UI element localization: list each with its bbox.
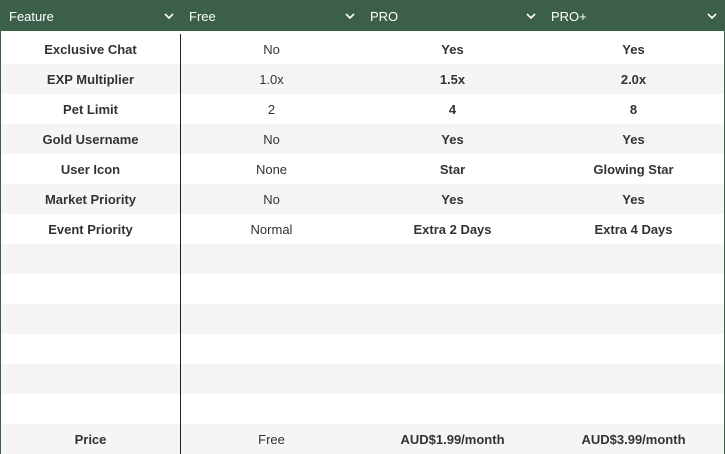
pro-cell: [362, 304, 543, 334]
free-cell: [181, 304, 362, 334]
feature-cell: [1, 334, 181, 364]
table-row: EXP Multiplier 1.0x 1.5x 2.0x: [1, 64, 724, 94]
column-header-label: Free: [189, 8, 216, 24]
table-row: Market Priority No Yes Yes: [1, 184, 724, 214]
column-header-label: PRO+: [551, 8, 587, 24]
column-header-label: PRO: [370, 8, 399, 24]
column-header-pro-plus[interactable]: PRO+: [543, 1, 724, 31]
column-header-label: Feature: [9, 8, 54, 24]
feature-cell: Gold Username: [1, 124, 181, 154]
pro-cell: 1.5x: [439, 71, 466, 87]
feature-cell: [1, 394, 181, 424]
table-row: [1, 274, 724, 304]
free-cell: [181, 394, 362, 424]
pro-plus-cell: [543, 364, 724, 394]
feature-cell: Price: [1, 424, 181, 454]
chevron-down-icon: [164, 13, 174, 20]
pro-cell: Yes: [441, 191, 464, 207]
pro-price-cell: AUD$1.99/month: [400, 431, 505, 447]
free-cell: No: [263, 191, 280, 207]
column-header-feature[interactable]: Feature: [1, 1, 181, 31]
pro-plus-cell: [543, 394, 724, 424]
free-cell: Normal: [250, 221, 293, 237]
pro-plus-cell: [543, 304, 724, 334]
table-row: Event Priority Normal Extra 2 Days Extra…: [1, 214, 724, 244]
pro-plus-cell: Yes: [622, 131, 645, 147]
column-header-free[interactable]: Free: [181, 1, 362, 31]
table-row: [1, 334, 724, 364]
free-cell: No: [263, 41, 280, 57]
feature-cell: [1, 304, 181, 334]
free-cell: [181, 274, 362, 304]
table-row: Exclusive Chat No Yes Yes: [1, 34, 724, 64]
pro-cell: Star: [439, 161, 466, 177]
free-cell: 2: [267, 101, 276, 117]
pro-plus-cell: [543, 334, 724, 364]
free-cell: [181, 334, 362, 364]
pro-plus-cell: Yes: [622, 41, 645, 57]
price-row: Price Free AUD$1.99/month AUD$3.99/month: [1, 424, 724, 454]
free-price-cell: Free: [258, 431, 285, 447]
table-row: [1, 244, 724, 274]
pro-plus-cell: [543, 274, 724, 304]
pro-cell: Yes: [441, 41, 464, 57]
free-cell: 1.0x: [259, 71, 284, 87]
feature-cell: Event Priority: [1, 214, 181, 244]
pro-plus-cell: 2.0x: [620, 71, 647, 87]
table-body: Exclusive Chat No Yes Yes EXP Multiplier…: [1, 34, 724, 454]
chevron-down-icon: [707, 13, 717, 20]
feature-cell: Market Priority: [1, 184, 181, 214]
pro-plus-cell: Yes: [622, 191, 645, 207]
pro-cell: 4: [448, 101, 457, 117]
pro-cell: Yes: [441, 131, 464, 147]
pro-cell: [362, 274, 543, 304]
feature-cell: [1, 244, 181, 274]
free-cell: [181, 364, 362, 394]
pro-plus-cell: Extra 4 Days: [594, 221, 673, 237]
table-row: Pet Limit 2 4 8: [1, 94, 724, 124]
table-row: User Icon None Star Glowing Star: [1, 154, 724, 184]
free-cell: None: [255, 161, 288, 177]
free-cell: [181, 244, 362, 274]
table-row: [1, 304, 724, 334]
pro-cell: [362, 394, 543, 424]
table-row: [1, 394, 724, 424]
pro-cell: Extra 2 Days: [413, 221, 492, 237]
chevron-down-icon: [345, 13, 355, 20]
free-cell: No: [263, 131, 280, 147]
pro-cell: [362, 244, 543, 274]
pro-cell: [362, 364, 543, 394]
feature-cell: User Icon: [1, 154, 181, 184]
table-header: Feature Free PRO PRO+: [1, 1, 724, 34]
feature-cell: [1, 364, 181, 394]
feature-cell: Pet Limit: [1, 94, 181, 124]
feature-comparison-table: Feature Free PRO PRO+ Exclusive Chat No …: [0, 0, 725, 454]
feature-cell: Exclusive Chat: [1, 34, 181, 64]
feature-cell: EXP Multiplier: [1, 64, 181, 94]
pro-plus-price-cell: AUD$3.99/month: [581, 431, 686, 447]
pro-plus-cell: 8: [629, 101, 638, 117]
table-row: [1, 364, 724, 394]
pro-plus-cell: Glowing Star: [593, 161, 674, 177]
feature-cell: [1, 274, 181, 304]
chevron-down-icon: [526, 13, 536, 20]
table-row: Gold Username No Yes Yes: [1, 124, 724, 154]
pro-plus-cell: [543, 244, 724, 274]
column-header-pro[interactable]: PRO: [362, 1, 543, 31]
pro-cell: [362, 334, 543, 364]
